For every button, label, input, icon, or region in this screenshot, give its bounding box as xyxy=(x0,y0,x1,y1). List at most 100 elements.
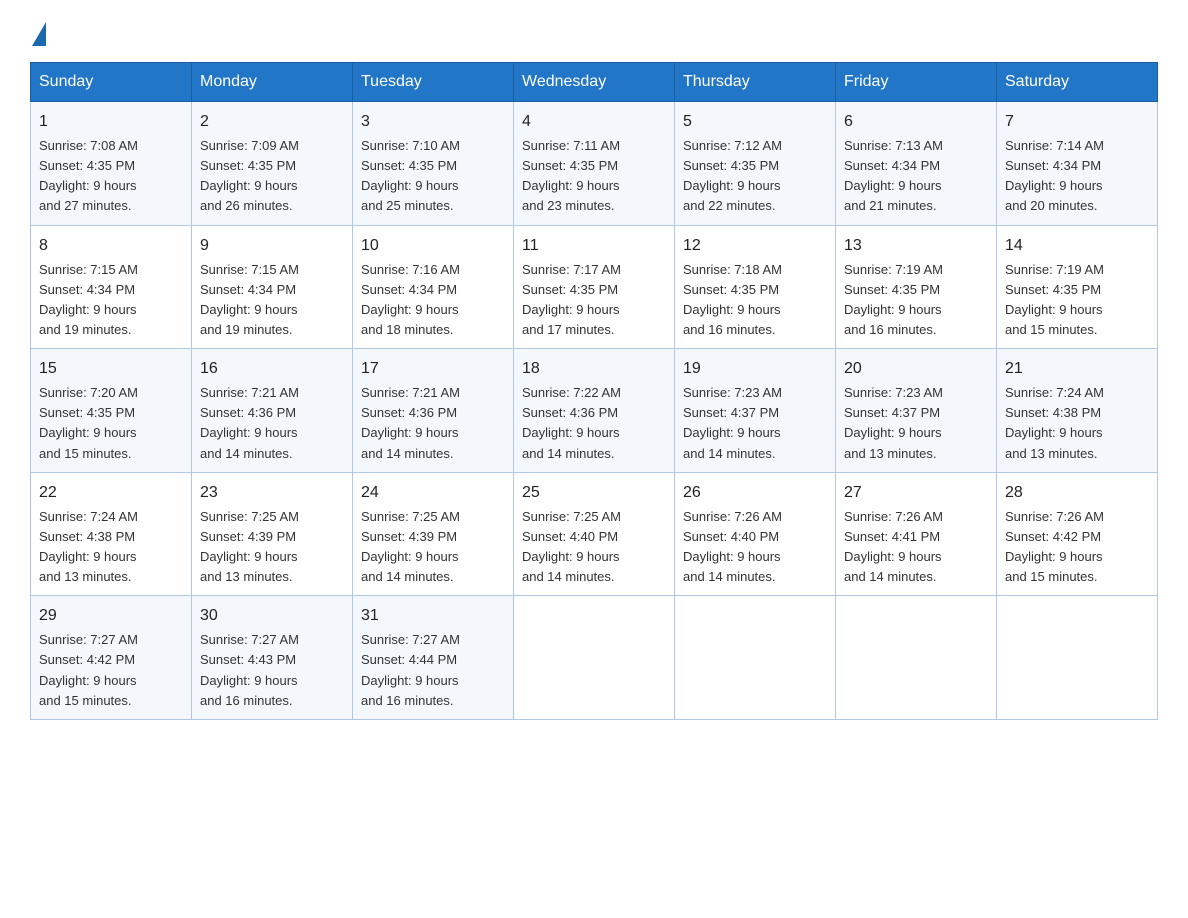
calendar-cell: 21 Sunrise: 7:24 AMSunset: 4:38 PMDaylig… xyxy=(997,349,1158,473)
day-info: Sunrise: 7:21 AMSunset: 4:36 PMDaylight:… xyxy=(200,383,344,464)
day-number: 6 xyxy=(844,110,988,134)
day-info: Sunrise: 7:26 AMSunset: 4:41 PMDaylight:… xyxy=(844,507,988,588)
day-number: 17 xyxy=(361,357,505,381)
calendar-cell: 3 Sunrise: 7:10 AMSunset: 4:35 PMDayligh… xyxy=(353,102,514,226)
logo xyxy=(30,20,46,42)
calendar-cell: 6 Sunrise: 7:13 AMSunset: 4:34 PMDayligh… xyxy=(836,102,997,226)
day-info: Sunrise: 7:21 AMSunset: 4:36 PMDaylight:… xyxy=(361,383,505,464)
day-number: 15 xyxy=(39,357,183,381)
calendar-cell: 17 Sunrise: 7:21 AMSunset: 4:36 PMDaylig… xyxy=(353,349,514,473)
day-info: Sunrise: 7:24 AMSunset: 4:38 PMDaylight:… xyxy=(1005,383,1149,464)
calendar-table: SundayMondayTuesdayWednesdayThursdayFrid… xyxy=(30,62,1158,720)
calendar-cell xyxy=(514,596,675,720)
calendar-cell: 18 Sunrise: 7:22 AMSunset: 4:36 PMDaylig… xyxy=(514,349,675,473)
day-number: 23 xyxy=(200,481,344,505)
day-number: 31 xyxy=(361,604,505,628)
calendar-header-row: SundayMondayTuesdayWednesdayThursdayFrid… xyxy=(31,63,1158,102)
column-header-monday: Monday xyxy=(192,63,353,102)
day-number: 27 xyxy=(844,481,988,505)
day-number: 18 xyxy=(522,357,666,381)
calendar-cell xyxy=(836,596,997,720)
day-number: 12 xyxy=(683,234,827,258)
day-number: 22 xyxy=(39,481,183,505)
day-number: 21 xyxy=(1005,357,1149,381)
day-number: 30 xyxy=(200,604,344,628)
calendar-cell: 28 Sunrise: 7:26 AMSunset: 4:42 PMDaylig… xyxy=(997,472,1158,596)
calendar-cell: 12 Sunrise: 7:18 AMSunset: 4:35 PMDaylig… xyxy=(675,225,836,349)
day-number: 20 xyxy=(844,357,988,381)
calendar-cell xyxy=(997,596,1158,720)
day-info: Sunrise: 7:11 AMSunset: 4:35 PMDaylight:… xyxy=(522,136,666,217)
calendar-cell: 1 Sunrise: 7:08 AMSunset: 4:35 PMDayligh… xyxy=(31,102,192,226)
day-number: 8 xyxy=(39,234,183,258)
day-number: 24 xyxy=(361,481,505,505)
day-number: 11 xyxy=(522,234,666,258)
calendar-cell: 19 Sunrise: 7:23 AMSunset: 4:37 PMDaylig… xyxy=(675,349,836,473)
column-header-tuesday: Tuesday xyxy=(353,63,514,102)
column-header-sunday: Sunday xyxy=(31,63,192,102)
calendar-cell: 29 Sunrise: 7:27 AMSunset: 4:42 PMDaylig… xyxy=(31,596,192,720)
calendar-week-row: 1 Sunrise: 7:08 AMSunset: 4:35 PMDayligh… xyxy=(31,102,1158,226)
calendar-cell: 26 Sunrise: 7:26 AMSunset: 4:40 PMDaylig… xyxy=(675,472,836,596)
day-number: 10 xyxy=(361,234,505,258)
calendar-cell: 8 Sunrise: 7:15 AMSunset: 4:34 PMDayligh… xyxy=(31,225,192,349)
calendar-cell: 20 Sunrise: 7:23 AMSunset: 4:37 PMDaylig… xyxy=(836,349,997,473)
day-info: Sunrise: 7:12 AMSunset: 4:35 PMDaylight:… xyxy=(683,136,827,217)
day-number: 5 xyxy=(683,110,827,134)
calendar-cell xyxy=(675,596,836,720)
day-info: Sunrise: 7:13 AMSunset: 4:34 PMDaylight:… xyxy=(844,136,988,217)
day-info: Sunrise: 7:23 AMSunset: 4:37 PMDaylight:… xyxy=(683,383,827,464)
day-number: 28 xyxy=(1005,481,1149,505)
calendar-cell: 7 Sunrise: 7:14 AMSunset: 4:34 PMDayligh… xyxy=(997,102,1158,226)
day-number: 2 xyxy=(200,110,344,134)
day-info: Sunrise: 7:15 AMSunset: 4:34 PMDaylight:… xyxy=(200,260,344,341)
day-number: 26 xyxy=(683,481,827,505)
day-info: Sunrise: 7:19 AMSunset: 4:35 PMDaylight:… xyxy=(1005,260,1149,341)
calendar-week-row: 8 Sunrise: 7:15 AMSunset: 4:34 PMDayligh… xyxy=(31,225,1158,349)
day-info: Sunrise: 7:26 AMSunset: 4:42 PMDaylight:… xyxy=(1005,507,1149,588)
day-number: 4 xyxy=(522,110,666,134)
calendar-cell: 31 Sunrise: 7:27 AMSunset: 4:44 PMDaylig… xyxy=(353,596,514,720)
calendar-week-row: 22 Sunrise: 7:24 AMSunset: 4:38 PMDaylig… xyxy=(31,472,1158,596)
calendar-cell: 14 Sunrise: 7:19 AMSunset: 4:35 PMDaylig… xyxy=(997,225,1158,349)
calendar-cell: 13 Sunrise: 7:19 AMSunset: 4:35 PMDaylig… xyxy=(836,225,997,349)
calendar-week-row: 15 Sunrise: 7:20 AMSunset: 4:35 PMDaylig… xyxy=(31,349,1158,473)
calendar-cell: 23 Sunrise: 7:25 AMSunset: 4:39 PMDaylig… xyxy=(192,472,353,596)
day-info: Sunrise: 7:27 AMSunset: 4:43 PMDaylight:… xyxy=(200,630,344,711)
column-header-thursday: Thursday xyxy=(675,63,836,102)
day-info: Sunrise: 7:27 AMSunset: 4:42 PMDaylight:… xyxy=(39,630,183,711)
day-info: Sunrise: 7:25 AMSunset: 4:39 PMDaylight:… xyxy=(200,507,344,588)
calendar-cell: 10 Sunrise: 7:16 AMSunset: 4:34 PMDaylig… xyxy=(353,225,514,349)
calendar-cell: 27 Sunrise: 7:26 AMSunset: 4:41 PMDaylig… xyxy=(836,472,997,596)
day-number: 29 xyxy=(39,604,183,628)
day-number: 16 xyxy=(200,357,344,381)
calendar-cell: 30 Sunrise: 7:27 AMSunset: 4:43 PMDaylig… xyxy=(192,596,353,720)
column-header-friday: Friday xyxy=(836,63,997,102)
calendar-cell: 24 Sunrise: 7:25 AMSunset: 4:39 PMDaylig… xyxy=(353,472,514,596)
calendar-cell: 16 Sunrise: 7:21 AMSunset: 4:36 PMDaylig… xyxy=(192,349,353,473)
day-info: Sunrise: 7:26 AMSunset: 4:40 PMDaylight:… xyxy=(683,507,827,588)
calendar-cell: 22 Sunrise: 7:24 AMSunset: 4:38 PMDaylig… xyxy=(31,472,192,596)
calendar-cell: 5 Sunrise: 7:12 AMSunset: 4:35 PMDayligh… xyxy=(675,102,836,226)
day-number: 25 xyxy=(522,481,666,505)
column-header-saturday: Saturday xyxy=(997,63,1158,102)
calendar-cell: 4 Sunrise: 7:11 AMSunset: 4:35 PMDayligh… xyxy=(514,102,675,226)
calendar-cell: 25 Sunrise: 7:25 AMSunset: 4:40 PMDaylig… xyxy=(514,472,675,596)
calendar-cell: 2 Sunrise: 7:09 AMSunset: 4:35 PMDayligh… xyxy=(192,102,353,226)
day-number: 13 xyxy=(844,234,988,258)
calendar-cell: 15 Sunrise: 7:20 AMSunset: 4:35 PMDaylig… xyxy=(31,349,192,473)
day-info: Sunrise: 7:18 AMSunset: 4:35 PMDaylight:… xyxy=(683,260,827,341)
day-info: Sunrise: 7:09 AMSunset: 4:35 PMDaylight:… xyxy=(200,136,344,217)
page-header xyxy=(30,20,1158,42)
day-info: Sunrise: 7:20 AMSunset: 4:35 PMDaylight:… xyxy=(39,383,183,464)
day-number: 3 xyxy=(361,110,505,134)
day-info: Sunrise: 7:25 AMSunset: 4:40 PMDaylight:… xyxy=(522,507,666,588)
logo-triangle-icon xyxy=(32,22,46,46)
day-info: Sunrise: 7:24 AMSunset: 4:38 PMDaylight:… xyxy=(39,507,183,588)
calendar-cell: 9 Sunrise: 7:15 AMSunset: 4:34 PMDayligh… xyxy=(192,225,353,349)
day-number: 19 xyxy=(683,357,827,381)
day-info: Sunrise: 7:23 AMSunset: 4:37 PMDaylight:… xyxy=(844,383,988,464)
day-info: Sunrise: 7:17 AMSunset: 4:35 PMDaylight:… xyxy=(522,260,666,341)
day-info: Sunrise: 7:27 AMSunset: 4:44 PMDaylight:… xyxy=(361,630,505,711)
day-info: Sunrise: 7:10 AMSunset: 4:35 PMDaylight:… xyxy=(361,136,505,217)
